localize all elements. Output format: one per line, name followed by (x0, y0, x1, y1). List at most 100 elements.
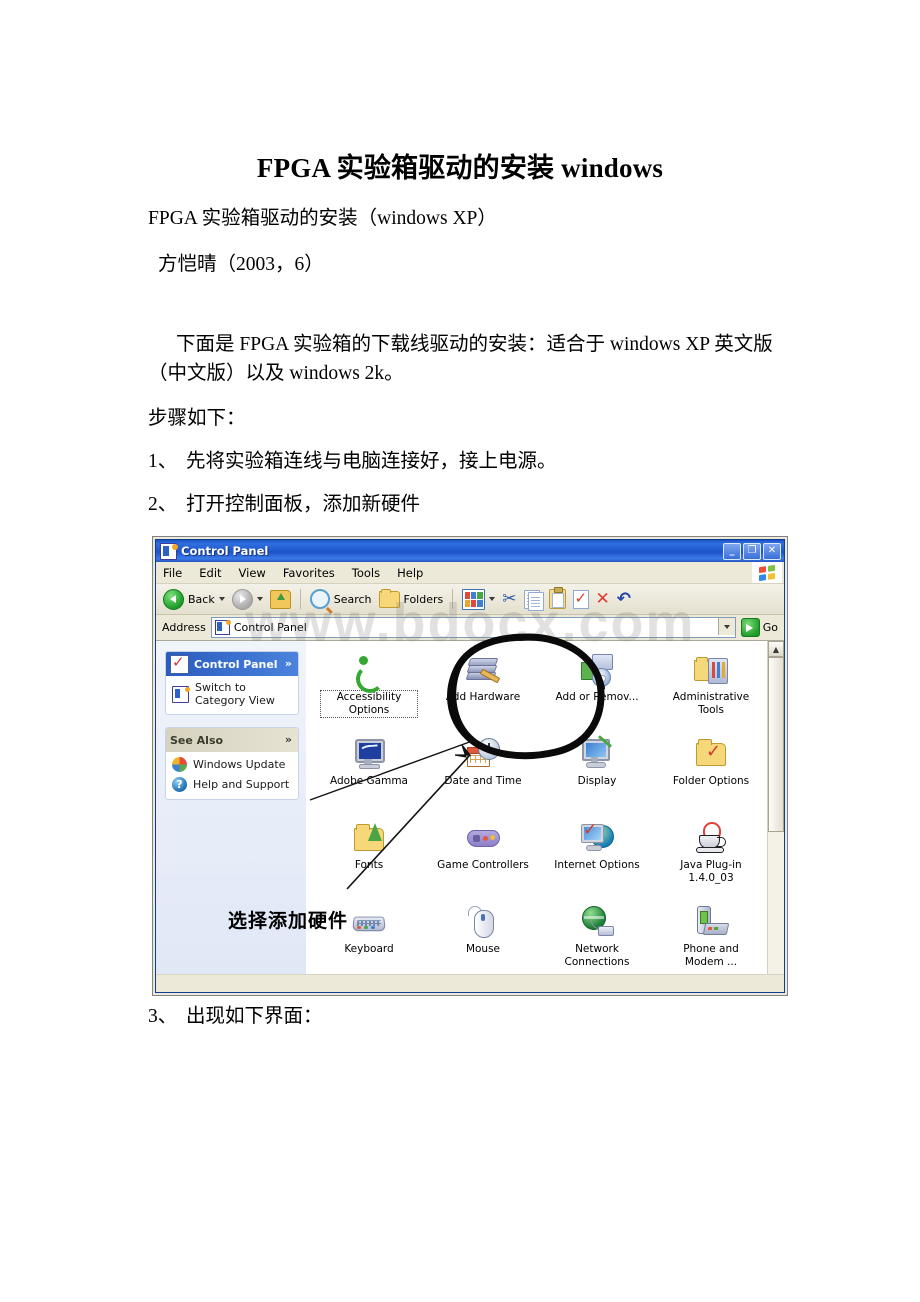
cp-item-add-or-remove-programs[interactable]: Add or Remov... (540, 649, 654, 733)
cp-item-internet-options[interactable]: ✓ Internet Options (540, 817, 654, 901)
folders-label: Folders (403, 592, 444, 606)
back-label: Back (188, 592, 215, 606)
scroll-up-button[interactable]: ▲ (768, 641, 784, 657)
phone-modem-icon (694, 905, 730, 939)
address-bar: Address Control Panel Go (156, 615, 784, 641)
cut-button[interactable]: ✂ (500, 588, 518, 609)
cp-item-date-and-time[interactable]: Date and Time (426, 733, 540, 817)
java-plugin-icon (694, 821, 728, 855)
item-label: Fonts (354, 859, 384, 871)
adobe-gamma-icon (352, 737, 386, 771)
chevron-up-icon[interactable]: » (285, 657, 292, 670)
cp-item-display[interactable]: Display (540, 733, 654, 817)
up-button[interactable] (268, 589, 293, 609)
cp-item-adobe-gamma[interactable]: Adobe Gamma (312, 733, 426, 817)
control-panel-task-panel: Control Panel » Switch to Category View (165, 651, 299, 715)
document-author: 方恺晴（2003，6） (158, 254, 324, 275)
address-dropdown-icon[interactable] (717, 618, 735, 635)
add-hardware-icon (465, 653, 501, 687)
link-label: Switch to Category View (195, 681, 275, 707)
back-button[interactable]: Back (161, 588, 227, 610)
windows-flag-icon[interactable] (752, 562, 782, 583)
step-2-number: 2、 (148, 494, 178, 515)
item-label: Date and Time (444, 775, 522, 787)
control-panel-icon (160, 542, 178, 560)
panel-title: Control Panel (194, 657, 278, 671)
forward-button[interactable] (230, 588, 265, 610)
close-button[interactable]: ✕ (763, 543, 781, 560)
cp-item-add-hardware[interactable]: Add Hardware (426, 649, 540, 733)
back-dropdown-icon[interactable] (218, 597, 225, 601)
document-page: FPGA 实验箱驱动的安装 windows FPGA 实验箱驱动的安装（wind… (0, 0, 920, 1302)
toolbar-separator (299, 589, 301, 609)
network-connections-icon (580, 905, 614, 939)
menu-file[interactable]: File (163, 566, 182, 580)
display-icon (580, 735, 614, 771)
menu-view[interactable]: View (239, 566, 266, 580)
vertical-scrollbar[interactable]: ▲ ▼ (767, 641, 784, 992)
windows-update-link[interactable]: Windows Update (172, 757, 294, 772)
menu-help[interactable]: Help (397, 566, 423, 580)
forward-dropdown-icon[interactable] (256, 597, 263, 601)
item-label: Java Plug-in 1.4.0_03 (680, 859, 742, 884)
views-dropdown-icon[interactable] (489, 597, 496, 601)
menu-bar: File Edit View Favorites Tools Help (156, 562, 784, 584)
switch-view-icon (172, 685, 190, 703)
address-control-panel-icon (214, 620, 231, 635)
steps-intro: 步骤如下： (148, 408, 246, 429)
switch-to-category-view-link[interactable]: Switch to Category View (172, 681, 294, 707)
windows-update-icon (172, 757, 187, 772)
item-label: Add or Remov... (555, 691, 639, 703)
keyboard-icon (351, 905, 387, 939)
see-also-panel-header[interactable]: See Also » (166, 728, 298, 752)
cp-item-accessibility-options[interactable]: Accessibility Options (312, 649, 426, 733)
cp-item-phone-and-modem[interactable]: Phone and Modem ... (654, 901, 768, 985)
cp-item-game-controllers[interactable]: Game Controllers (426, 817, 540, 901)
cp-item-network-connections[interactable]: Network Connections (540, 901, 654, 985)
item-label: Keyboard (344, 943, 394, 955)
menu-edit[interactable]: Edit (199, 566, 221, 580)
folders-button[interactable]: Folders (377, 588, 446, 608)
item-label: Adobe Gamma (329, 775, 408, 787)
address-label: Address (162, 621, 206, 634)
cp-item-java-plugin[interactable]: Java Plug-in 1.4.0_03 (654, 817, 768, 901)
control-panel-panel-header[interactable]: Control Panel » (166, 652, 298, 676)
help-icon: ? (172, 777, 187, 792)
maximize-button[interactable]: ❐ (743, 543, 761, 560)
menu-favorites[interactable]: Favorites (283, 566, 335, 580)
cp-item-folder-options[interactable]: ✓ Folder Options (654, 733, 768, 817)
minimize-button[interactable]: _ (723, 543, 741, 560)
copy-icon (523, 590, 544, 611)
copy-button[interactable] (522, 590, 544, 611)
address-input[interactable]: Control Panel (210, 617, 736, 638)
scrollbar-thumb[interactable] (768, 657, 784, 833)
cp-item-mouse[interactable]: Mouse (426, 901, 540, 985)
date-time-icon (466, 737, 500, 771)
scissors-icon: ✂ (502, 588, 517, 609)
item-label: Display (577, 775, 617, 787)
go-label: Go (762, 621, 778, 634)
help-and-support-link[interactable]: ? Help and Support (172, 777, 294, 792)
properties-button[interactable] (571, 589, 591, 609)
document-paragraph: 下面是 FPGA 实验箱的下载线驱动的安装：适合于 windows XP 英文版… (148, 334, 773, 385)
folders-icon (378, 588, 400, 608)
mouse-icon (466, 905, 500, 939)
search-label: Search (333, 592, 372, 606)
cp-item-administrative-tools[interactable]: Administrative Tools (654, 649, 768, 733)
go-arrow-icon (740, 618, 760, 637)
views-button[interactable] (460, 588, 497, 610)
fonts-icon (352, 821, 386, 855)
scrollbar-track[interactable] (768, 657, 784, 976)
cp-item-fonts[interactable]: Fonts (312, 817, 426, 901)
delete-button[interactable]: ✕ (594, 590, 612, 608)
search-button[interactable]: Search (308, 589, 374, 609)
task-pane: Control Panel » Switch to Category View (156, 641, 306, 992)
go-button[interactable]: Go (740, 618, 778, 637)
clipboard-icon (548, 587, 566, 609)
document-subtitle: FPGA 实验箱驱动的安装（windows XP） (148, 208, 497, 229)
item-label: Phone and Modem ... (683, 943, 739, 968)
chevron-up-icon[interactable]: » (285, 733, 292, 746)
menu-tools[interactable]: Tools (352, 566, 380, 580)
paste-button[interactable] (547, 587, 568, 609)
undo-button[interactable]: ↶ (615, 590, 633, 608)
